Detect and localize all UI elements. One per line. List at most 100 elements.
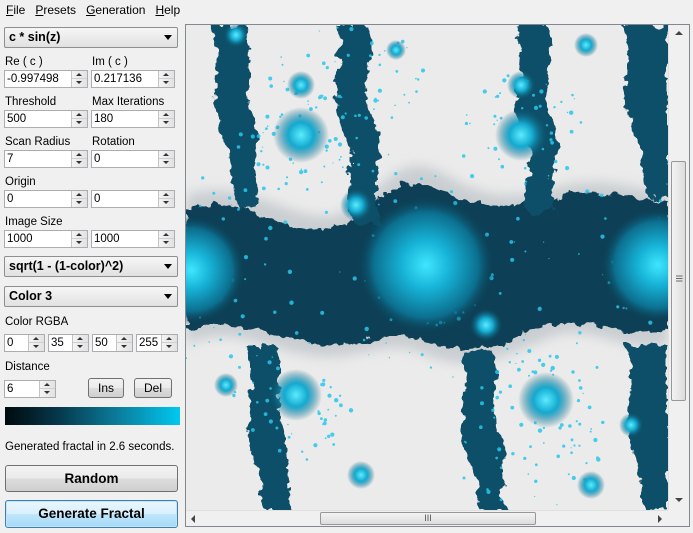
fractal-sparkle: [449, 190, 454, 194]
max-iterations-spinner[interactable]: 180: [91, 110, 175, 128]
color-g-spinner[interactable]: 35: [48, 334, 89, 352]
scroll-right-icon[interactable]: [658, 515, 662, 523]
fractal-sparkle: [219, 338, 222, 342]
spin-up-icon[interactable]: [117, 335, 132, 343]
spin-up-icon[interactable]: [159, 231, 174, 239]
image-height-spinner[interactable]: 1000: [91, 230, 175, 248]
spin-up-icon[interactable]: [159, 151, 174, 159]
color-b-spin-buttons[interactable]: [116, 335, 132, 351]
scan-radius-spin-buttons[interactable]: [71, 151, 87, 167]
scroll-down-icon[interactable]: [675, 498, 683, 502]
formula-select[interactable]: c * sin(z): [4, 27, 178, 48]
random-button[interactable]: Random: [5, 465, 178, 492]
spin-up-icon[interactable]: [72, 231, 87, 239]
fractal-sparkle: [578, 253, 580, 255]
rotation-spinner[interactable]: 0: [91, 150, 175, 168]
max-iterations-value: 180: [94, 113, 114, 125]
fractal-sparkle: [261, 186, 266, 191]
im-c-spin-buttons[interactable]: [158, 71, 174, 87]
image-width-spin-buttons[interactable]: [71, 231, 87, 247]
fractal-sparkle: [521, 360, 525, 363]
spin-down-icon[interactable]: [72, 239, 87, 247]
menu-presets[interactable]: Presets: [29, 0, 80, 20]
fractal-sparkle: [601, 420, 605, 425]
image-height-spin-buttons[interactable]: [158, 231, 174, 247]
threshold-spinner[interactable]: 500: [4, 110, 88, 128]
spin-up-icon[interactable]: [72, 151, 87, 159]
fractal-sparkle: [395, 70, 399, 73]
spin-up-icon[interactable]: [40, 381, 55, 389]
spin-down-icon[interactable]: [72, 199, 87, 207]
spin-down-icon[interactable]: [73, 343, 88, 351]
spin-down-icon[interactable]: [117, 343, 132, 351]
horizontal-scrollbar[interactable]: III: [186, 510, 668, 526]
spin-down-icon[interactable]: [72, 119, 87, 127]
fractal-sparkle: [290, 433, 293, 435]
color-g-spin-buttons[interactable]: [72, 335, 88, 351]
spin-up-icon[interactable]: [159, 111, 174, 119]
spin-up-icon[interactable]: [72, 111, 87, 119]
color-r-spin-buttons[interactable]: [28, 335, 44, 351]
spin-down-icon[interactable]: [159, 159, 174, 167]
spin-down-icon[interactable]: [72, 79, 87, 87]
distance-spin-buttons[interactable]: [39, 381, 55, 397]
re-c-spin-buttons[interactable]: [71, 71, 87, 87]
menu-help[interactable]: Help: [149, 0, 184, 20]
color-a-spin-buttons[interactable]: [161, 335, 177, 351]
spin-up-icon[interactable]: [72, 191, 87, 199]
re-c-spinner[interactable]: -0.997498: [4, 70, 88, 88]
menu-file[interactable]: File: [0, 0, 29, 20]
fractal-sparkle: [281, 63, 284, 66]
spin-down-icon[interactable]: [40, 389, 55, 397]
spin-down-icon[interactable]: [159, 119, 174, 127]
spin-up-icon[interactable]: [29, 335, 44, 343]
spin-down-icon[interactable]: [159, 79, 174, 87]
fractal-sparkle: [541, 362, 546, 367]
fractal-image[interactable]: [186, 25, 668, 510]
vertical-scroll-thumb[interactable]: III: [671, 161, 686, 401]
fractal-sparkle: [262, 163, 265, 166]
generate-fractal-button[interactable]: Generate Fractal: [5, 500, 178, 528]
threshold-spin-buttons[interactable]: [71, 111, 87, 127]
color-function-select[interactable]: sqrt(1 - (1-color)^2): [4, 256, 178, 277]
spin-down-icon[interactable]: [72, 159, 87, 167]
origin-x-spin-buttons[interactable]: [71, 191, 87, 207]
spin-down-icon[interactable]: [29, 343, 44, 351]
color-b-spinner[interactable]: 50: [92, 334, 133, 352]
scan-radius-spinner[interactable]: 7: [4, 150, 88, 168]
color-a-spinner[interactable]: 255: [136, 334, 178, 352]
horizontal-scroll-thumb[interactable]: III: [320, 512, 536, 525]
spin-down-icon[interactable]: [159, 199, 174, 207]
scroll-up-icon[interactable]: [675, 31, 683, 35]
distance-spinner[interactable]: 6: [4, 380, 56, 398]
spin-up-icon[interactable]: [72, 71, 87, 79]
color-r-value: 0: [7, 337, 14, 349]
spin-up-icon[interactable]: [73, 335, 88, 343]
fractal-sparkle: [556, 504, 558, 506]
spin-down-icon[interactable]: [159, 239, 174, 247]
fractal-sparkle: [587, 405, 592, 410]
color-r-spinner[interactable]: 0: [4, 334, 45, 352]
spin-up-icon[interactable]: [159, 191, 174, 199]
scroll-left-icon[interactable]: [191, 515, 195, 523]
color-gradient-preview[interactable]: [5, 407, 180, 425]
rotation-spin-buttons[interactable]: [158, 151, 174, 167]
origin-y-spinner[interactable]: 0: [91, 190, 175, 208]
fractal-sparkle: [556, 454, 560, 459]
fractal-sparkle: [532, 93, 535, 97]
spin-up-icon[interactable]: [159, 71, 174, 79]
spin-down-icon[interactable]: [162, 343, 177, 351]
image-width-spinner[interactable]: 1000: [4, 230, 88, 248]
fractal-sparkle: [355, 136, 358, 140]
fractal-sparkle: [208, 341, 210, 343]
insert-button[interactable]: Ins: [88, 378, 124, 398]
menu-generation[interactable]: Generation: [80, 0, 149, 20]
spin-up-icon[interactable]: [162, 335, 177, 343]
origin-y-spin-buttons[interactable]: [158, 191, 174, 207]
color-select[interactable]: Color 3: [4, 286, 178, 307]
im-c-spinner[interactable]: 0.217136: [91, 70, 175, 88]
vertical-scrollbar[interactable]: III: [668, 25, 689, 510]
max-iterations-spin-buttons[interactable]: [158, 111, 174, 127]
delete-button[interactable]: Del: [134, 378, 172, 398]
origin-x-spinner[interactable]: 0: [4, 190, 88, 208]
